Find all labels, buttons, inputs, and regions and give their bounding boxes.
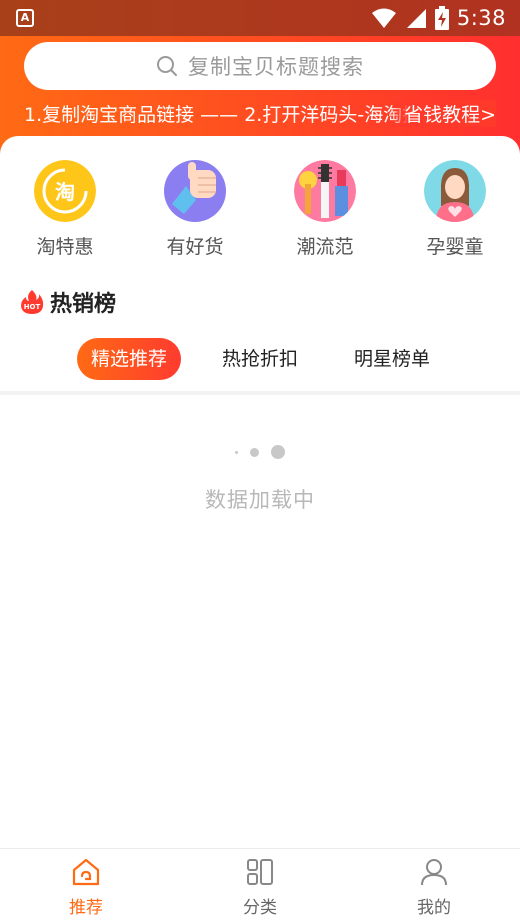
search-bar[interactable]: 复制宝贝标题搜索 [24,42,496,90]
tip-text: 1.复制淘宝商品链接 —— 2.打开洋码头-海淘搜 [24,104,422,126]
user-icon [421,859,447,886]
nav-recommend[interactable]: 推荐 [26,857,146,918]
hot-section-title: HOT 热销榜 [20,286,116,318]
thumbs-up-icon [164,160,226,222]
loading-indicator: 数据加载中 [0,442,520,522]
status-icons: 5:38 [371,4,506,32]
nav-mine[interactable]: 我的 [374,857,494,918]
loading-dots-icon [0,442,520,462]
search-placeholder: 复制宝贝标题搜索 [188,55,364,79]
svg-text:HOT: HOT [24,303,41,311]
search-icon [157,56,177,76]
tab-flash-discount[interactable]: 热抢折扣 [208,338,312,380]
status-bar: A 5:38 [0,0,520,36]
category-label: 淘特惠 [36,236,94,258]
category-label: 潮流范 [296,236,354,258]
loading-dot [250,447,259,457]
tab-star-list[interactable]: 明星榜单 [340,338,444,380]
signal-icon [406,9,426,28]
category-youhaohuo[interactable]: 有好货 [140,160,250,259]
bottom-navigation: 推荐 分类 我的 [0,848,520,924]
category-chaoliufan[interactable]: 潮流范 [270,160,380,259]
hot-title-text: 热销榜 [50,292,117,317]
nav-label: 我的 [417,898,451,918]
ranking-tabs: 精选推荐 热抢折扣 明星榜单 [0,336,520,382]
category-grid-icon [247,859,273,885]
wifi-icon [371,8,396,28]
hot-fire-icon: HOT [21,290,44,314]
nav-category[interactable]: 分类 [200,857,320,918]
category-taotehui[interactable]: 淘 淘特惠 [10,160,120,259]
section-divider [0,391,520,395]
clock: 5:38 [456,6,506,30]
loading-dot [235,450,238,454]
app-screen: A 5:38 复制宝贝标题搜索 1.复制淘宝商品链接 —— 2.打开洋码头-海淘… [0,0,520,924]
loading-text: 数据加载中 [205,488,315,512]
category-row: 淘 淘特惠 有好货 潮流范 孕婴童 [0,160,520,260]
tutorial-link[interactable]: 省钱教程> [390,100,496,127]
tab-featured[interactable]: 精选推荐 [77,338,181,380]
nav-label: 推荐 [69,898,103,918]
category-label: 有好货 [166,236,224,258]
nav-label: 分类 [243,898,277,918]
home-icon [72,858,100,886]
loading-dot [271,445,285,459]
cosmetics-icon [294,160,356,222]
battery-charging-icon [434,6,449,30]
category-label: 孕婴童 [426,236,484,258]
content-card: 淘 淘特惠 有好货 潮流范 孕婴童 HOT 热销榜 精选推荐 热抢折扣 明星榜单… [0,136,520,848]
svg-text:淘: 淘 [55,180,75,204]
category-yunyingtong[interactable]: 孕婴童 [400,160,510,259]
mother-baby-icon [424,160,486,222]
app-notification-icon: A [16,9,34,27]
taobao-coin-icon: 淘 [34,160,96,222]
tip-banner: 1.复制淘宝商品链接 —— 2.打开洋码头-海淘搜 省钱教程> [24,100,496,128]
